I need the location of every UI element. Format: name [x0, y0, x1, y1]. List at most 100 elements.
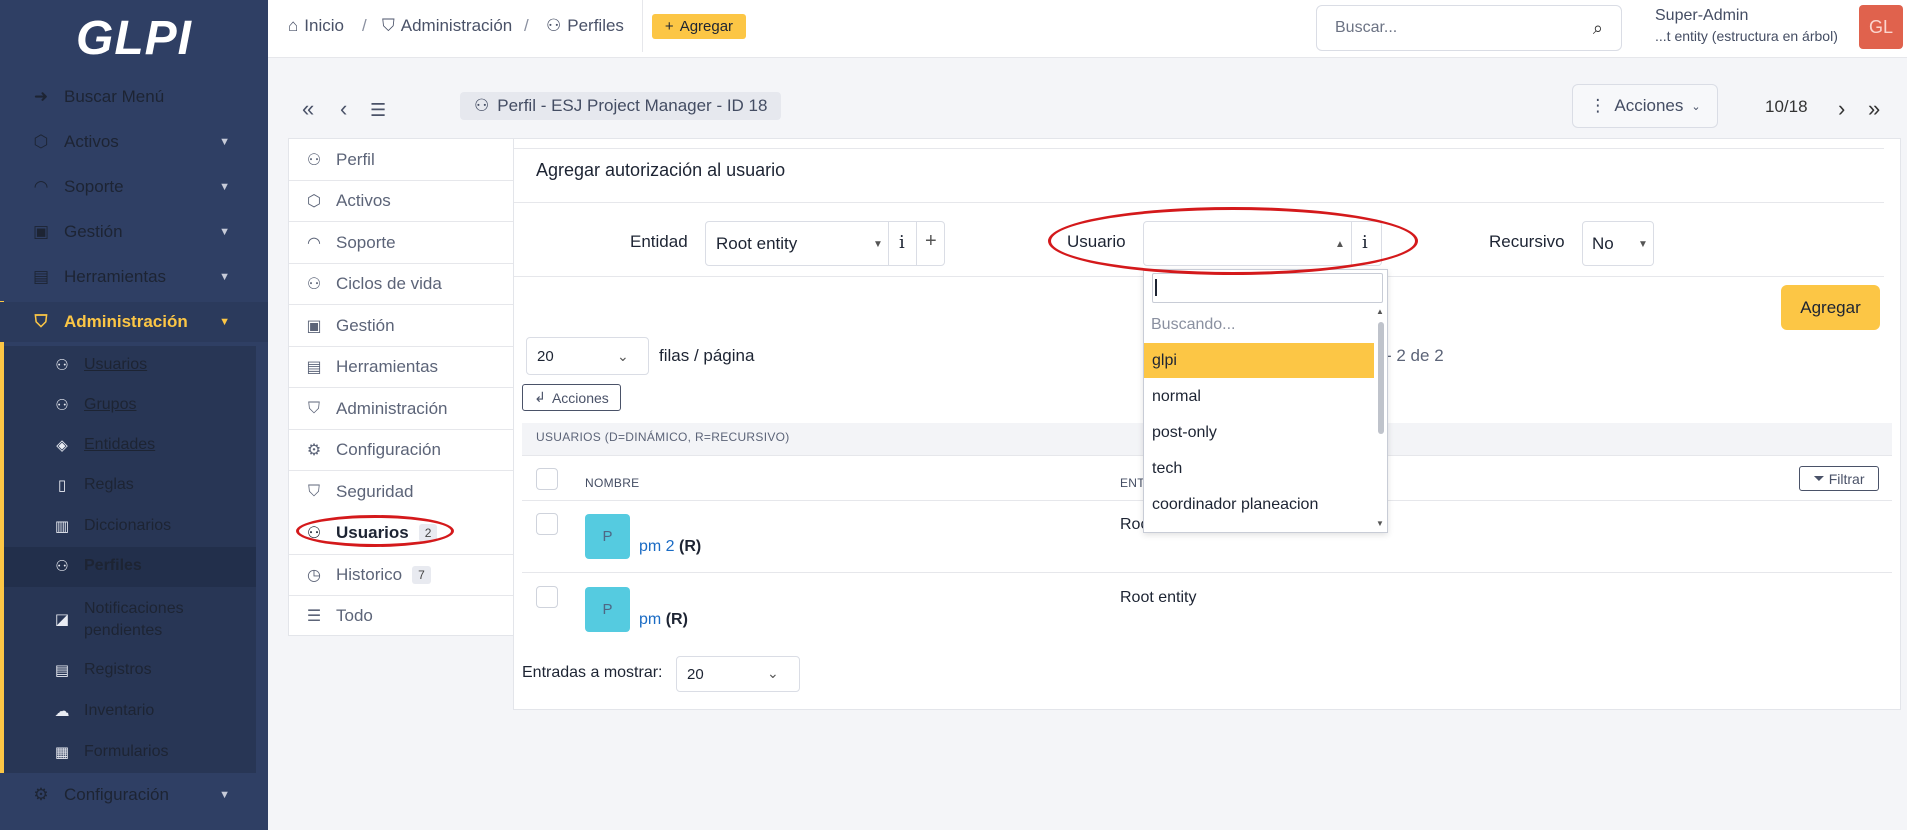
tab-ciclos-de-vida[interactable]: ⚇ Ciclos de vida — [289, 263, 514, 305]
sidebar-item-usuarios[interactable]: ⚇ Usuarios — [4, 346, 256, 386]
info-icon[interactable]: i — [899, 232, 905, 253]
avatar[interactable]: GL — [1859, 5, 1903, 49]
tab-todo[interactable]: ☰ Todo — [289, 595, 514, 637]
select-all-checkbox[interactable] — [536, 468, 558, 490]
layers-icon: ◈ — [56, 437, 68, 454]
headset-icon: ◠ — [33, 177, 49, 196]
dropdown-searching-text: Buscando... — [1151, 316, 1236, 333]
entidad-label: Entidad — [630, 232, 688, 251]
tab-soporte[interactable]: ◠ Soporte — [289, 222, 514, 264]
sidebar-item-notificaciones[interactable]: ◪ Notificaciones pendientes — [4, 588, 256, 651]
first-record-icon[interactable]: « — [302, 96, 314, 122]
user-link[interactable]: pm (R) — [639, 611, 688, 629]
breadcrumb-administracion[interactable]: ⛉ Administración — [382, 16, 512, 36]
chevron-down-icon: ⌄ — [767, 665, 779, 681]
sidebar-item-formularios[interactable]: ▦ Formularios — [4, 733, 256, 773]
tab-historico[interactable]: ◷ Historico 7 — [289, 554, 514, 596]
tab-seguridad[interactable]: ⛉ Seguridad — [289, 471, 514, 513]
tab-activos[interactable]: ⬡ Activos — [289, 180, 514, 222]
next-record-icon[interactable]: › — [1838, 96, 1845, 122]
sidebar-item-soporte[interactable]: ◠ Soporte ▼ — [0, 167, 268, 207]
record-position: 10/18 — [1765, 97, 1808, 116]
list-icon: ▤ — [54, 662, 70, 679]
chevron-down-icon: ▼ — [219, 136, 230, 148]
gear-icon: ⚙ — [306, 441, 322, 459]
col-header-nombre[interactable]: NOMBRE — [585, 476, 639, 490]
search-icon[interactable]: ⌕ — [1593, 18, 1603, 39]
user-name[interactable]: Super-Admin — [1655, 7, 1748, 25]
previous-record-icon[interactable]: ‹ — [340, 96, 347, 122]
user-entity[interactable]: ...t entity (estructura en árbol) — [1655, 28, 1838, 44]
sidebar-item-perfiles[interactable]: ⚇ Perfiles — [4, 547, 256, 587]
row-checkbox[interactable] — [536, 586, 558, 608]
breadcrumb-perfiles[interactable]: ⚇ Perfiles — [546, 16, 624, 36]
last-record-icon[interactable]: » — [1868, 96, 1880, 122]
entries-label: Entradas a mostrar: — [522, 664, 663, 681]
scroll-down-icon[interactable]: ▼ — [1376, 519, 1384, 528]
avatar: P — [585, 587, 630, 632]
shield-lock-icon: ⛉ — [307, 482, 320, 500]
breadcrumb-separator: / — [362, 16, 367, 35]
dropdown-search-input[interactable] — [1152, 273, 1383, 303]
arrow-right-icon: ➜ — [33, 87, 49, 106]
sidebar-item-buscar-menu[interactable]: ➜ Buscar Menú — [0, 77, 268, 117]
chevron-down-icon: ▼ — [219, 226, 230, 238]
sidebar-item-reglas[interactable]: ▯ Reglas — [4, 466, 256, 506]
recursivo-select[interactable]: No ▼ — [1582, 221, 1654, 266]
filter-button[interactable]: ⏷ Filtrar — [1799, 466, 1879, 491]
scroll-up-icon[interactable]: ▲ — [1376, 307, 1384, 316]
sidebar-item-diccionarios[interactable]: ▥ Diccionarios — [4, 507, 256, 547]
table-row — [522, 573, 1892, 645]
tab-administracion[interactable]: ⛉ Administración — [289, 388, 514, 430]
corner-arrow-icon: ↲ — [534, 389, 546, 405]
tab-herramientas[interactable]: ▤ Herramientas — [289, 346, 514, 388]
dropdown-scrollbar[interactable] — [1378, 322, 1384, 434]
tab-perfil[interactable]: ⚇ Perfil — [289, 139, 514, 181]
bulk-actions-button[interactable]: ↲ Acciones — [522, 384, 621, 411]
search-input[interactable]: Buscar... ⌕ — [1316, 5, 1622, 51]
tab-configuracion[interactable]: ⚙ Configuración — [289, 429, 514, 471]
user-check-icon: ⚇ — [55, 558, 69, 575]
sidebar-item-entidades[interactable]: ◈ Entidades — [4, 426, 256, 466]
sidebar-item-herramientas[interactable]: ▤ Herramientas ▼ — [0, 257, 268, 297]
wallet-icon: ▣ — [306, 317, 322, 335]
user-link[interactable]: pm 2 (R) — [639, 538, 701, 556]
dropdown-option[interactable]: coordinador planeacion — [1144, 487, 1374, 522]
actions-button[interactable]: ⋮ Acciones ⌄ — [1572, 84, 1718, 128]
add-button[interactable]: + Agregar — [652, 14, 746, 39]
dropdown-option[interactable]: post-only — [1144, 415, 1374, 450]
list-search-icon[interactable]: ☰ — [370, 100, 386, 121]
dropdown-option[interactable]: normal — [1144, 379, 1374, 414]
shield-icon: ⛉ — [34, 312, 48, 331]
sidebar-item-grupos[interactable]: ⚇ Grupos — [4, 386, 256, 426]
sidebar-item-inventario[interactable]: ☁ Inventario — [4, 692, 256, 732]
sidebar-item-configuracion[interactable]: ⚙ Configuración ▼ — [0, 775, 268, 815]
sidebar-item-activos[interactable]: ⬡ Activos ▼ — [0, 122, 268, 162]
glpi-logo[interactable]: GLPI — [64, 8, 204, 68]
sidebar-item-administracion[interactable]: ⛉ Administración ▼ — [0, 302, 268, 342]
avatar: P — [585, 514, 630, 559]
divider — [916, 222, 917, 265]
entries-select[interactable]: 20 ⌄ — [676, 656, 800, 692]
tab-gestion[interactable]: ▣ Gestión — [289, 305, 514, 347]
col-header-entidad[interactable]: ENT — [1120, 476, 1145, 490]
gear-icon: ⚙ — [33, 785, 49, 804]
entidad-select[interactable]: Root entity ▼ i + — [705, 221, 945, 266]
annotation-circle — [1048, 207, 1418, 275]
plus-icon[interactable]: + — [925, 230, 937, 253]
cloud-download-icon: ☁ — [54, 703, 70, 720]
dropdown-option[interactable]: glpi — [1144, 343, 1374, 378]
sidebar-item-registros[interactable]: ▤ Registros — [4, 651, 256, 691]
dropdown-option[interactable]: tech — [1144, 451, 1374, 486]
box-icon: ⬡ — [33, 132, 49, 151]
plus-icon: + — [664, 18, 674, 35]
headset-icon: ◠ — [307, 234, 321, 252]
pagination-text: - 2 de 2 — [1386, 346, 1444, 365]
breadcrumb-inicio[interactable]: ⌂ Inicio — [288, 16, 344, 36]
sidebar-item-gestion[interactable]: ▣ Gestión ▼ — [0, 212, 268, 252]
agregar-button[interactable]: Agregar — [1781, 285, 1880, 330]
text-cursor — [1155, 279, 1157, 296]
chevron-down-icon: ▼ — [219, 271, 230, 283]
rows-per-page-select[interactable]: 20 ⌄ — [526, 337, 649, 375]
row-checkbox[interactable] — [536, 513, 558, 535]
